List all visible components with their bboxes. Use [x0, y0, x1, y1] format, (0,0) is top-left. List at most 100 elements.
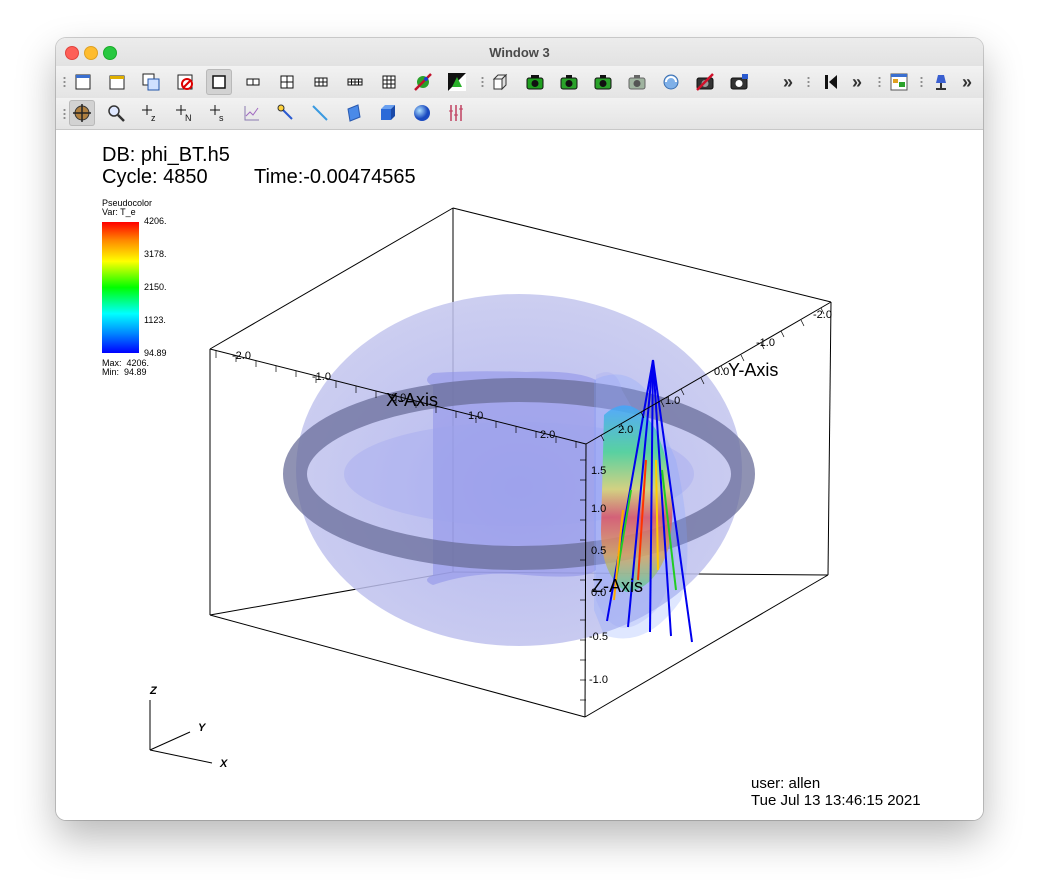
plot-scene: X-Axis Y-Axis Z-Axis -2.0 -1.0 0.0 1.0 2… — [149, 207, 832, 770]
box-tool-icon — [381, 105, 395, 120]
zoom-window-button[interactable] — [103, 46, 117, 60]
lamp-icon — [936, 75, 946, 90]
spreadsheet-pick-button[interactable]: s — [205, 100, 231, 126]
svg-text:z: z — [151, 113, 156, 123]
new-window-icon — [75, 74, 91, 90]
plane-tool-icon — [347, 104, 361, 122]
y-tick-label: -1.0 — [756, 337, 775, 349]
reset-view-icon — [492, 73, 508, 91]
delete-window-icon — [177, 74, 193, 90]
axis-triad: Z X Y — [149, 685, 228, 770]
camera-rotate-icon — [663, 74, 679, 90]
camera-clear-icon — [696, 73, 714, 91]
svg-text:s: s — [219, 113, 224, 123]
point-tool-icon — [277, 104, 293, 120]
layout-2x4-button[interactable] — [342, 69, 368, 95]
step-back-icon — [825, 75, 837, 89]
toolbar-grip-handle[interactable] — [63, 76, 66, 89]
camera-clear-button[interactable] — [692, 69, 718, 95]
toolbar-grip-handle[interactable] — [920, 76, 923, 89]
line-tool-icon — [312, 105, 328, 121]
z-tick-label: 1.5 — [591, 465, 606, 477]
plot-manager-icon — [890, 73, 908, 91]
minimize-window-button[interactable] — [84, 46, 98, 60]
title-bar[interactable]: Window 3 — [56, 38, 983, 66]
layout-3x3-button[interactable] — [376, 69, 402, 95]
sphere-tool-icon — [414, 105, 430, 121]
x-tick-label: -1.0 — [312, 371, 331, 383]
curve-pick-button[interactable] — [239, 100, 265, 126]
spin-lock-icon — [414, 73, 432, 91]
triad-z-label: Z — [149, 685, 158, 697]
toolbar-overflow-chevron-icon[interactable]: » — [962, 72, 972, 93]
layout-1x1-button[interactable] — [206, 69, 232, 95]
delete-window-button[interactable] — [172, 69, 198, 95]
lighting-button[interactable] — [928, 69, 954, 95]
camera-save-button[interactable] — [590, 69, 616, 95]
node-pick-button[interactable]: N — [171, 100, 197, 126]
y-tick-label: 0.0 — [714, 366, 729, 378]
plane-tool-button[interactable] — [341, 100, 367, 126]
x-tick-label: -2.0 — [232, 350, 251, 362]
camera-lock-icon — [526, 75, 544, 90]
camera-snapshot-button[interactable] — [726, 69, 752, 95]
z-tick-label: 0.5 — [591, 545, 606, 557]
animation-step-back-button[interactable] — [818, 69, 844, 95]
box-tool-button[interactable] — [375, 100, 401, 126]
toolbar-grip-handle[interactable] — [807, 76, 810, 89]
zone-pick-icon: z — [142, 105, 156, 123]
plot-manager-button[interactable] — [886, 69, 912, 95]
layout-2x3-button[interactable] — [308, 69, 334, 95]
invert-background-icon — [448, 73, 466, 91]
axis-restriction-icon — [449, 105, 463, 121]
node-pick-icon: N — [176, 105, 192, 123]
toolbar-overflow-chevron-icon[interactable]: » — [852, 72, 862, 93]
camera-button[interactable] — [556, 69, 582, 95]
zone-pick-button[interactable]: z — [137, 100, 163, 126]
clone-window-icon — [142, 73, 160, 91]
camera-restore-icon — [628, 75, 646, 90]
clear-window-button[interactable] — [104, 69, 130, 95]
toolbar-grip-handle[interactable] — [481, 76, 484, 89]
date-annotation: Tue Jul 13 13:46:15 2021 — [751, 792, 921, 809]
navigate-mode-icon — [73, 104, 91, 122]
close-window-button[interactable] — [65, 46, 79, 60]
layout-2x2-button[interactable] — [274, 69, 300, 95]
layout-2x3-icon — [314, 77, 328, 87]
toolbar-grip-handle[interactable] — [878, 76, 881, 89]
layout-2x2-icon — [280, 75, 294, 89]
x-tick-label: 2.0 — [540, 429, 555, 441]
navigate-mode-button[interactable] — [69, 100, 95, 126]
reset-view-button[interactable] — [488, 69, 514, 95]
toolbar-overflow-chevron-icon[interactable]: » — [783, 72, 793, 93]
camera-restore-button[interactable] — [624, 69, 650, 95]
clear-window-icon — [109, 75, 125, 90]
user-annotation: user: allen — [751, 775, 821, 792]
invert-background-button[interactable] — [444, 69, 470, 95]
clone-window-button[interactable] — [138, 69, 164, 95]
line-tool-button[interactable] — [307, 100, 333, 126]
y-tick-label: -2.0 — [813, 309, 832, 321]
point-tool-button[interactable] — [273, 100, 299, 126]
layout-3x3-icon — [382, 75, 396, 89]
sphere-tool-button[interactable] — [409, 100, 435, 126]
new-window-button[interactable] — [70, 69, 96, 95]
axis-restriction-button[interactable] — [443, 100, 469, 126]
camera-lock-button[interactable] — [522, 69, 548, 95]
visit-window: Window 3 » » » z N s DB: phi_BT.h5 Cycle… — [56, 38, 983, 820]
x-tick-label: 0.0 — [391, 392, 406, 404]
spreadsheet-pick-icon: s — [210, 105, 224, 123]
triad-x-label: X — [219, 758, 228, 770]
y-tick-label: 1.0 — [665, 395, 680, 407]
camera-save-icon — [594, 75, 612, 90]
camera-icon — [560, 75, 578, 90]
camera-rotate-button[interactable] — [658, 69, 684, 95]
triad-y-label: Y — [198, 722, 207, 734]
render-viewport[interactable]: DB: phi_BT.h5 Cycle: 4850 Time:-0.004745… — [56, 130, 983, 820]
toolbar-grip-handle[interactable] — [63, 108, 66, 121]
x-tick-label: 1.0 — [468, 410, 483, 422]
spin-lock-button[interactable] — [410, 69, 436, 95]
zoom-mode-button[interactable] — [103, 100, 129, 126]
camera-snapshot-icon — [730, 74, 748, 90]
layout-1x2-button[interactable] — [240, 69, 266, 95]
